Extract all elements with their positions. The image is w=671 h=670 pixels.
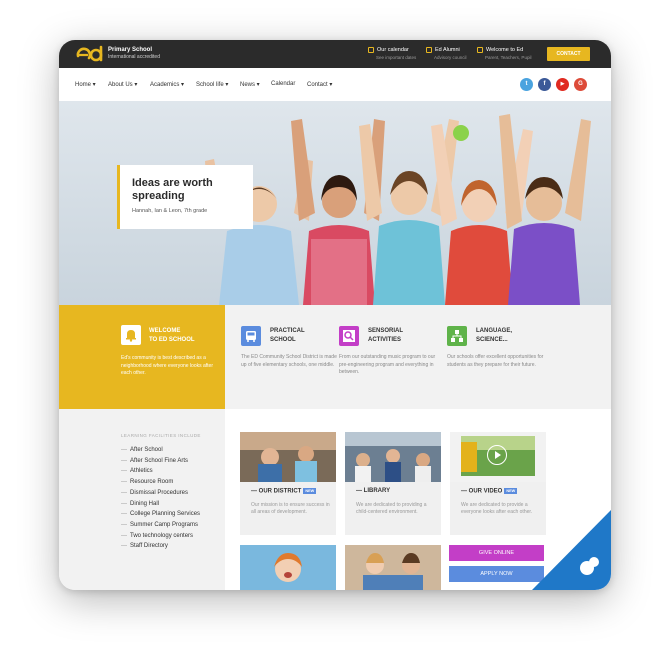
hero-title: Ideas are worth spreading (132, 177, 213, 202)
nav-school-life[interactable]: School life ▾ (196, 81, 228, 88)
corner-badge[interactable] (532, 510, 611, 590)
main-nav: Home ▾ About Us ▾ Academics ▾ School lif… (59, 68, 611, 101)
card-title: — OUR VIDEO NEW (461, 488, 518, 495)
facility-item[interactable]: — College Planning Services (121, 509, 200, 520)
facebook-icon[interactable]: f (538, 78, 551, 91)
twitter-icon[interactable]: t (520, 78, 533, 91)
card-text: We are dedicated to provide a everyone l… (461, 502, 533, 515)
girl-photo (240, 545, 336, 590)
features-row: PRACTICAL SCHOOL The ED Community School … (225, 305, 611, 409)
district-photo (240, 432, 336, 482)
brand: Primary School International accredited (108, 46, 160, 61)
play-icon[interactable] (487, 445, 507, 465)
calendar-link-label: Our calendar (377, 47, 409, 53)
feature-title: LANGUAGE, SCIENCE... (476, 328, 512, 343)
give-online-button[interactable]: GIVE ONLINE (449, 545, 544, 561)
card-text: We are dedicated to providing a child-ce… (356, 502, 427, 515)
nav-home[interactable]: Home ▾ (75, 81, 96, 88)
welcome-icon (477, 46, 483, 53)
google-plus-icon[interactable]: G (574, 78, 587, 91)
welcome-link[interactable]: Welcome to Ed Parent, Teachers, Pupil (477, 46, 531, 61)
facilities-list: — After School — After School Fine Arts — A… (121, 445, 200, 552)
contact-button[interactable]: CONTACT (547, 47, 590, 61)
alumni-icon (426, 46, 432, 53)
welcome-link-label: Welcome to Ed (486, 47, 524, 53)
nav-calendar[interactable]: Calendar (271, 81, 295, 87)
facility-item[interactable]: — Dining Hall (121, 499, 200, 510)
new-badge: NEW (504, 488, 518, 494)
welcome-title-line2: TO ED SCHOOL (149, 337, 195, 343)
ed-logo-icon[interactable] (75, 45, 105, 63)
card-title: — OUR DISTRICT NEW (251, 488, 317, 495)
welcome-title: WELCOME TO ED SCHOOL (149, 327, 195, 345)
hero-quote-card: Ideas are worth spreading Hannah, Ian & … (117, 165, 253, 229)
facility-item[interactable]: — Resource Room (121, 477, 200, 488)
nav-news[interactable]: News ▾ (240, 81, 260, 88)
nav-academics[interactable]: Academics ▾ (150, 81, 184, 88)
card-photo-students[interactable] (345, 545, 441, 590)
brand-title: Primary School (108, 47, 153, 53)
students-photo (345, 545, 441, 590)
youtube-icon[interactable]: ▶ (556, 78, 569, 91)
feature-title: PRACTICAL SCHOOL (270, 328, 305, 343)
top-bar: Primary School International accredited … (59, 40, 611, 68)
alumni-link-sub: Advisory council (434, 55, 467, 60)
bell-icon (121, 325, 141, 345)
brand-subtitle: International accredited (108, 54, 160, 60)
facilities-header: LEARNING FACILITIES INCLUDE (121, 433, 201, 438)
card-text: Our mission is to ensure success in all … (251, 502, 330, 515)
facilities-panel: LEARNING FACILITIES INCLUDE — After Schoo… (59, 409, 225, 590)
facility-item[interactable]: — Summer Camp Programs (121, 520, 200, 531)
calendar-link[interactable]: Our calendar See important dates (368, 46, 416, 61)
card-title: — LIBRARY (356, 488, 391, 494)
hero-banner: Ideas are worth spreading Hannah, Ian & … (59, 101, 611, 305)
welcome-link-sub: Parent, Teachers, Pupil (485, 55, 532, 60)
hero-subtitle: Hannah, Ian & Leon, 7th grade (132, 208, 208, 214)
network-icon (447, 326, 467, 346)
facility-item[interactable]: — Athletics (121, 466, 200, 477)
facility-item[interactable]: — Staff Directory (121, 541, 200, 552)
card-our-district[interactable]: — OUR DISTRICT NEW Our mission is to ensu… (240, 432, 336, 535)
facility-item[interactable]: — Two technology centers (121, 531, 200, 542)
new-badge: NEW (303, 488, 317, 494)
feature-text: From our outstanding music program to ou… (339, 354, 436, 375)
facility-item[interactable]: — After School (121, 445, 200, 456)
facility-item[interactable]: — Dismissal Procedures (121, 488, 200, 499)
hero-card-accent (117, 165, 120, 229)
nav-contact[interactable]: Contact ▾ (307, 81, 332, 88)
calendar-icon (368, 46, 374, 53)
welcome-text: Ed's community is best described as a ne… (121, 355, 214, 376)
welcome-panel: WELCOME TO ED SCHOOL Ed's community is b… (59, 305, 225, 409)
alumni-link[interactable]: Ed Alumni Advisory council (426, 46, 467, 61)
nav-about[interactable]: About Us ▾ (108, 81, 137, 88)
card-library[interactable]: — LIBRARY We are dedicated to providing … (345, 432, 441, 535)
library-photo (345, 432, 441, 482)
alumni-link-label: Ed Alumni (435, 47, 460, 53)
feature-text: Our schools offer excellent opportunitie… (447, 354, 544, 368)
facility-item[interactable]: — After School Fine Arts (121, 456, 200, 467)
apply-now-button[interactable]: APPLY NOW (449, 566, 544, 582)
magnifier-icon (339, 326, 359, 346)
feature-text: The ED Community School District is made… (241, 354, 337, 368)
calendar-link-sub: See important dates (376, 55, 417, 60)
browser-frame: Primary School International accredited … (59, 40, 611, 590)
welcome-title-line1: WELCOME (149, 328, 181, 334)
feature-title: SENSORIAL ACTIVITIES (368, 328, 404, 343)
bus-icon (241, 326, 261, 346)
card-photo-girl[interactable] (240, 545, 336, 590)
